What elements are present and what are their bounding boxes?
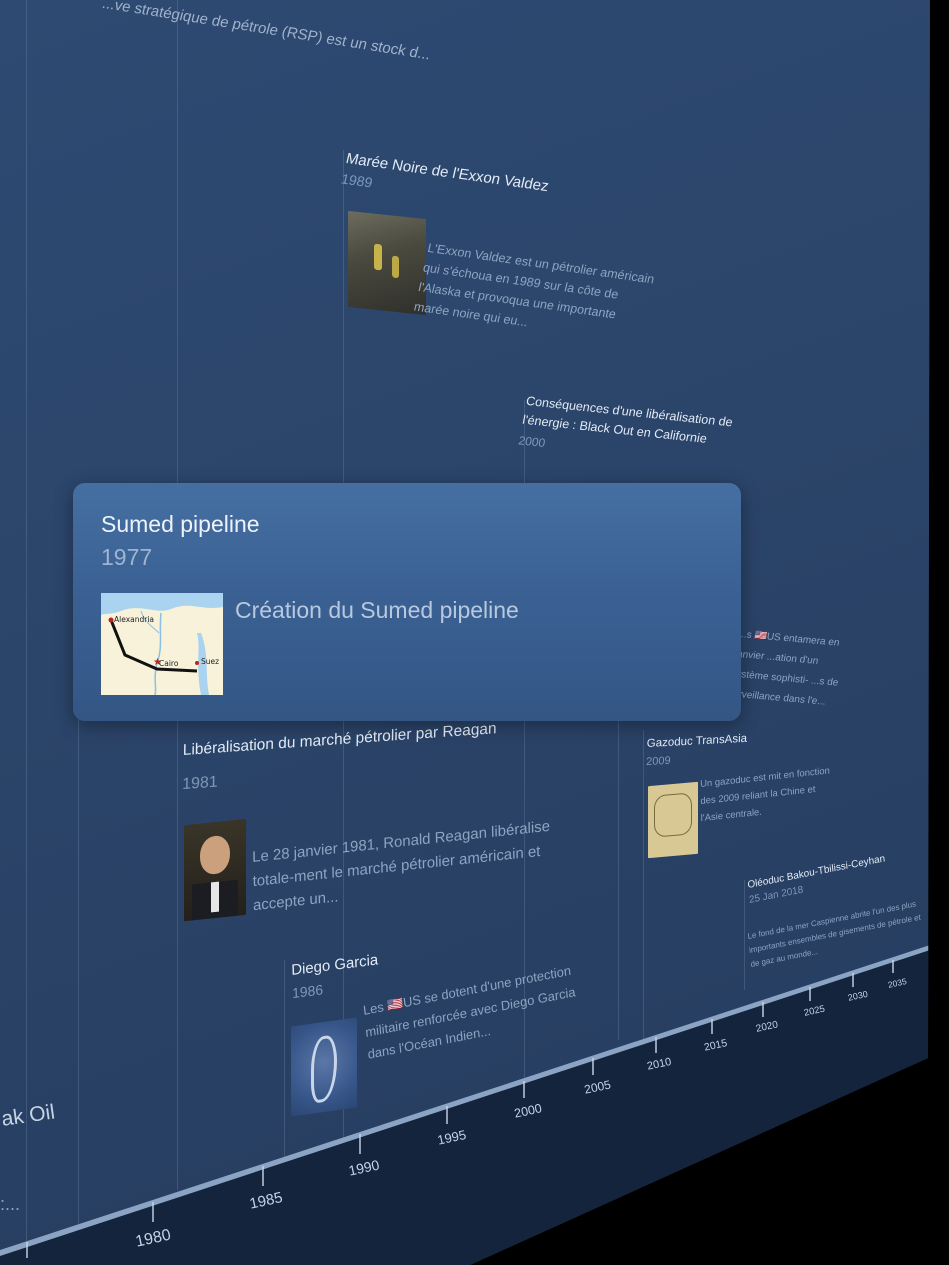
selected-event-description: Création du Sumed pipeline (235, 597, 519, 623)
event-year: 1981 (182, 773, 218, 794)
event-year: 1986 (291, 981, 324, 1002)
event-title: Libéralisation du marché pétrolier par R… (182, 720, 497, 760)
guide-line (78, 700, 79, 1260)
event-transasia-desc-block: Un gazoduc est mit en fonction des 2009 … (700, 761, 840, 827)
guide-line (26, 0, 27, 1265)
reagan-photo (184, 818, 246, 922)
event-reagan-desc-block: Le 28 janvier 1981, Ronald Reagan libéra… (252, 814, 562, 919)
axis-tick-label: 2010 (646, 1055, 673, 1073)
event-exxon-desc-block: L'Exxon Valdez est un pétrolier américai… (412, 238, 658, 348)
transasia-map (648, 781, 698, 859)
event-btc-desc-block: Le fond de la mer Caspienne abrite l'un … (747, 896, 928, 972)
axis-tick-label: 1995 (436, 1126, 468, 1148)
exxon-photo (348, 210, 426, 316)
axis-tick-label: 2015 (703, 1037, 729, 1054)
axis-tick-label: 2000 (513, 1101, 544, 1121)
event-description: Le 28 janvier 1981, Ronald Reagan libéra… (252, 817, 551, 915)
event-transasia[interactable]: Gazoduc TransAsia 2009 (646, 733, 747, 768)
event-peak-oil[interactable]: ak Oil (0, 1101, 57, 1132)
event-description: Un gazoduc est mit en fonction des 2009 … (700, 765, 830, 825)
event-btc[interactable]: Oléoduc Bakou-Tbilissi-Ceyhan 25 Jan 201… (747, 853, 887, 906)
axis-tick-label: 2005 (583, 1077, 613, 1097)
event-exxon-valdez[interactable]: Marée Noire de l'Exxon Valdez 1989 (340, 150, 551, 215)
guide-line (284, 960, 285, 1160)
event-black-out[interactable]: Conséquences d'une libéralisation de l'é… (517, 392, 766, 472)
axis-tick-label: 1985 (248, 1189, 285, 1213)
event-partial[interactable]: ...s 🇺🇸US entamera en janvier ...ation d… (726, 625, 850, 714)
guide-line (744, 880, 745, 990)
guide-line (643, 730, 644, 1040)
event-peak-oil-desc: :... (0, 1194, 21, 1214)
event-description: Les 🇺🇸US se dotent d'une protection mili… (362, 962, 577, 1062)
sumed-map-thumbnail: ★ Alexandria Cairo Suez (101, 593, 223, 696)
event-description: ...ve stratégique de pétrole (RSP) est u… (100, 0, 433, 64)
event-description: L'Exxon Valdez est un pétrolier américai… (412, 240, 656, 330)
axis-tick-label: 1980 (134, 1226, 173, 1251)
event-rsp[interactable]: ...ve stratégique de pétrole (RSP) est u… (100, 0, 433, 65)
axis-tick-label: 1990 (347, 1156, 381, 1179)
event-title: Diego Garcia (291, 951, 379, 980)
event-title: Gazoduc TransAsia (646, 732, 748, 751)
event-reagan[interactable]: Libéralisation du marché pétrolier par R… (182, 720, 497, 794)
axis-tick-label: 2025 (803, 1003, 826, 1019)
event-diego-garcia[interactable]: Diego Garcia 1986 (291, 951, 379, 1001)
event-diego-desc-block: Les 🇺🇸US se dotent d'une protection mili… (362, 954, 605, 1066)
event-description: ...s 🇺🇸US entamera en janvier ...ation d… (726, 628, 841, 708)
diego-garcia-map (291, 1017, 357, 1117)
event-description: Le fond de la mer Caspienne abrite l'un … (747, 899, 922, 969)
map-label: Cairo (159, 659, 179, 668)
selected-event-card[interactable]: Sumed pipeline 1977 ★ Alexandria Cairo S… (73, 483, 741, 721)
map-label: Suez (201, 657, 219, 666)
event-year: 2009 (645, 754, 671, 769)
selected-event-title: Sumed pipeline (101, 511, 260, 537)
selected-event-year: 1977 (101, 544, 153, 570)
map-label: Alexandria (114, 615, 154, 624)
axis-tick-label: 2020 (755, 1019, 780, 1035)
event-title: ak Oil (0, 1100, 57, 1131)
axis-tick-label: 2035 (887, 976, 908, 990)
axis-tick-label: 2030 (847, 988, 869, 1003)
